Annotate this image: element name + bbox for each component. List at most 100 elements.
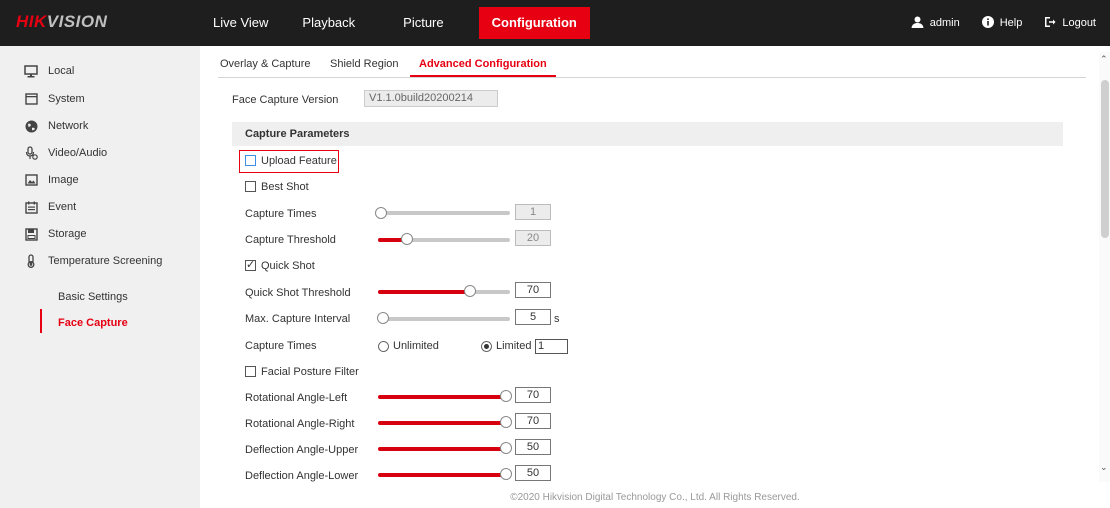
max-capture-interval-value[interactable]: 5	[515, 309, 551, 325]
unlimited-radio[interactable]	[378, 341, 389, 352]
deflection-angle-lower-value[interactable]: 50	[515, 465, 551, 481]
user-icon	[911, 16, 924, 31]
limited-radio-label: Limited	[496, 340, 532, 352]
upload-feature-label: Upload Feature	[261, 155, 337, 167]
face-capture-version-label: Face Capture Version	[232, 94, 339, 106]
rotational-angle-left-label: Rotational Angle-Left	[245, 392, 348, 404]
sidebar-item-event[interactable]: Event	[24, 200, 76, 214]
sidebar-subitem-basic-settings[interactable]: Basic Settings	[58, 291, 128, 303]
deflection-angle-upper-label: Deflection Angle-Upper	[245, 444, 359, 456]
microphone-icon	[24, 146, 38, 160]
capture-threshold-value[interactable]: 20	[515, 230, 551, 246]
rotational-angle-left-value[interactable]: 70	[515, 387, 551, 403]
scrollbar-thumb[interactable]	[1101, 80, 1109, 238]
sidebar-item-video-audio[interactable]: Video/Audio	[24, 146, 107, 160]
nav-configuration[interactable]: Configuration	[478, 7, 590, 39]
help-link[interactable]: Help	[981, 15, 1023, 31]
scroll-up-icon[interactable]: ⌃	[1100, 54, 1108, 65]
rotational-angle-right-label: Rotational Angle-Right	[245, 418, 355, 430]
capture-parameters-heading: Capture Parameters	[232, 122, 1063, 146]
deflection-angle-upper-slider-fill[interactable]	[378, 447, 506, 451]
tab-advanced-configuration[interactable]: Advanced Configuration	[419, 58, 547, 70]
nav-picture[interactable]: Picture	[390, 7, 456, 39]
unlimited-radio-label: Unlimited	[393, 340, 439, 352]
monitor-icon	[24, 64, 38, 78]
capture-times-mode-label: Capture Times	[245, 340, 317, 352]
best-shot-label: Best Shot	[261, 181, 309, 193]
nav-playback[interactable]: Playback	[289, 7, 368, 39]
rotational-angle-left-slider-fill[interactable]	[378, 395, 506, 399]
logout-label: Logout	[1062, 17, 1096, 29]
sidebar-item-label: Image	[48, 174, 79, 186]
deflection-angle-lower-slider-knob[interactable]	[500, 468, 512, 480]
sidebar: Local System Network Video/Audio Image E…	[0, 46, 200, 508]
sidebar-item-network[interactable]: Network	[24, 119, 88, 133]
capture-times-slider-track[interactable]	[378, 211, 510, 215]
tab-shield-region[interactable]: Shield Region	[330, 58, 399, 70]
sidebar-item-label: Video/Audio	[48, 147, 108, 159]
capture-times-label: Capture Times	[245, 208, 317, 220]
logout-icon	[1044, 16, 1056, 31]
deflection-angle-upper-value[interactable]: 50	[515, 439, 551, 455]
sidebar-item-label: Event	[48, 201, 77, 213]
window-icon	[24, 92, 38, 106]
sidebar-item-label: Temperature Screening	[48, 255, 163, 267]
deflection-angle-lower-label: Deflection Angle-Lower	[245, 470, 359, 482]
floppy-disk-icon	[24, 227, 38, 241]
nav-live-view[interactable]: Live View	[200, 7, 281, 39]
deflection-angle-lower-slider-fill[interactable]	[378, 473, 506, 477]
sidebar-item-local[interactable]: Local	[24, 64, 74, 78]
limited-radio[interactable]	[481, 341, 492, 352]
top-bar: HIKVISION Live View Playback Picture Con…	[0, 0, 1110, 46]
capture-times-value[interactable]: 1	[515, 204, 551, 220]
sidebar-item-system[interactable]: System	[24, 92, 85, 106]
facial-posture-filter-checkbox[interactable]	[245, 366, 256, 377]
sidebar-subitem-face-capture[interactable]: Face Capture	[58, 317, 128, 329]
main-nav: Live View Playback Picture Configuration	[200, 0, 590, 46]
rotational-angle-right-slider-fill[interactable]	[378, 421, 506, 425]
capture-threshold-label: Capture Threshold	[245, 234, 336, 246]
quick-shot-checkbox[interactable]	[245, 258, 256, 271]
tab-bar: Overlay & Capture Shield Region Advanced…	[218, 52, 1086, 78]
face-capture-version-value: V1.1.0build20200214	[364, 90, 498, 107]
max-capture-interval-label: Max. Capture Interval	[245, 313, 351, 325]
sidebar-item-storage[interactable]: Storage	[24, 227, 87, 241]
quick-shot-threshold-slider-fill	[378, 290, 468, 294]
sidebar-item-temperature-screening[interactable]: Temperature Screening	[24, 254, 162, 268]
limited-count-input[interactable]: 1	[535, 339, 568, 354]
admin-label: admin	[929, 17, 960, 29]
upload-feature-checkbox[interactable]	[245, 155, 256, 166]
calendar-icon	[24, 200, 38, 214]
logout-link[interactable]: Logout	[1044, 16, 1096, 31]
active-indicator	[40, 309, 42, 333]
sidebar-item-label: Storage	[48, 228, 87, 240]
hikvision-logo: HIKVISION	[16, 12, 108, 31]
sidebar-item-label: Local	[48, 65, 75, 77]
quick-shot-label: Quick Shot	[261, 260, 315, 272]
thermometer-icon	[24, 254, 38, 268]
scroll-down-icon[interactable]: ⌄	[1100, 462, 1108, 473]
deflection-angle-upper-slider-knob[interactable]	[500, 442, 512, 454]
globe-icon	[24, 119, 38, 133]
rotational-angle-right-value[interactable]: 70	[515, 413, 551, 429]
quick-shot-threshold-value[interactable]: 70	[515, 282, 551, 298]
rotational-angle-right-slider-knob[interactable]	[500, 416, 512, 428]
help-icon	[981, 15, 994, 31]
best-shot-checkbox[interactable]	[245, 181, 256, 192]
capture-threshold-slider-knob[interactable]	[401, 233, 413, 245]
max-capture-interval-slider-knob[interactable]	[377, 312, 389, 324]
sidebar-item-label: System	[48, 93, 85, 105]
admin-user-menu[interactable]: admin	[911, 16, 960, 31]
max-capture-interval-slider-track[interactable]	[378, 317, 510, 321]
quick-shot-threshold-slider-knob[interactable]	[464, 285, 476, 297]
tab-overlay-capture[interactable]: Overlay & Capture	[220, 58, 310, 70]
sidebar-item-image[interactable]: Image	[24, 173, 79, 187]
rotational-angle-left-slider-knob[interactable]	[500, 390, 512, 402]
copyright-footer: ©2020 Hikvision Digital Technology Co., …	[510, 492, 800, 503]
capture-times-slider-knob[interactable]	[375, 207, 387, 219]
facial-posture-filter-label: Facial Posture Filter	[261, 366, 359, 378]
max-capture-interval-unit: s	[554, 313, 560, 325]
image-icon	[24, 173, 38, 187]
help-label: Help	[999, 17, 1023, 29]
sidebar-item-label: Network	[48, 120, 89, 132]
